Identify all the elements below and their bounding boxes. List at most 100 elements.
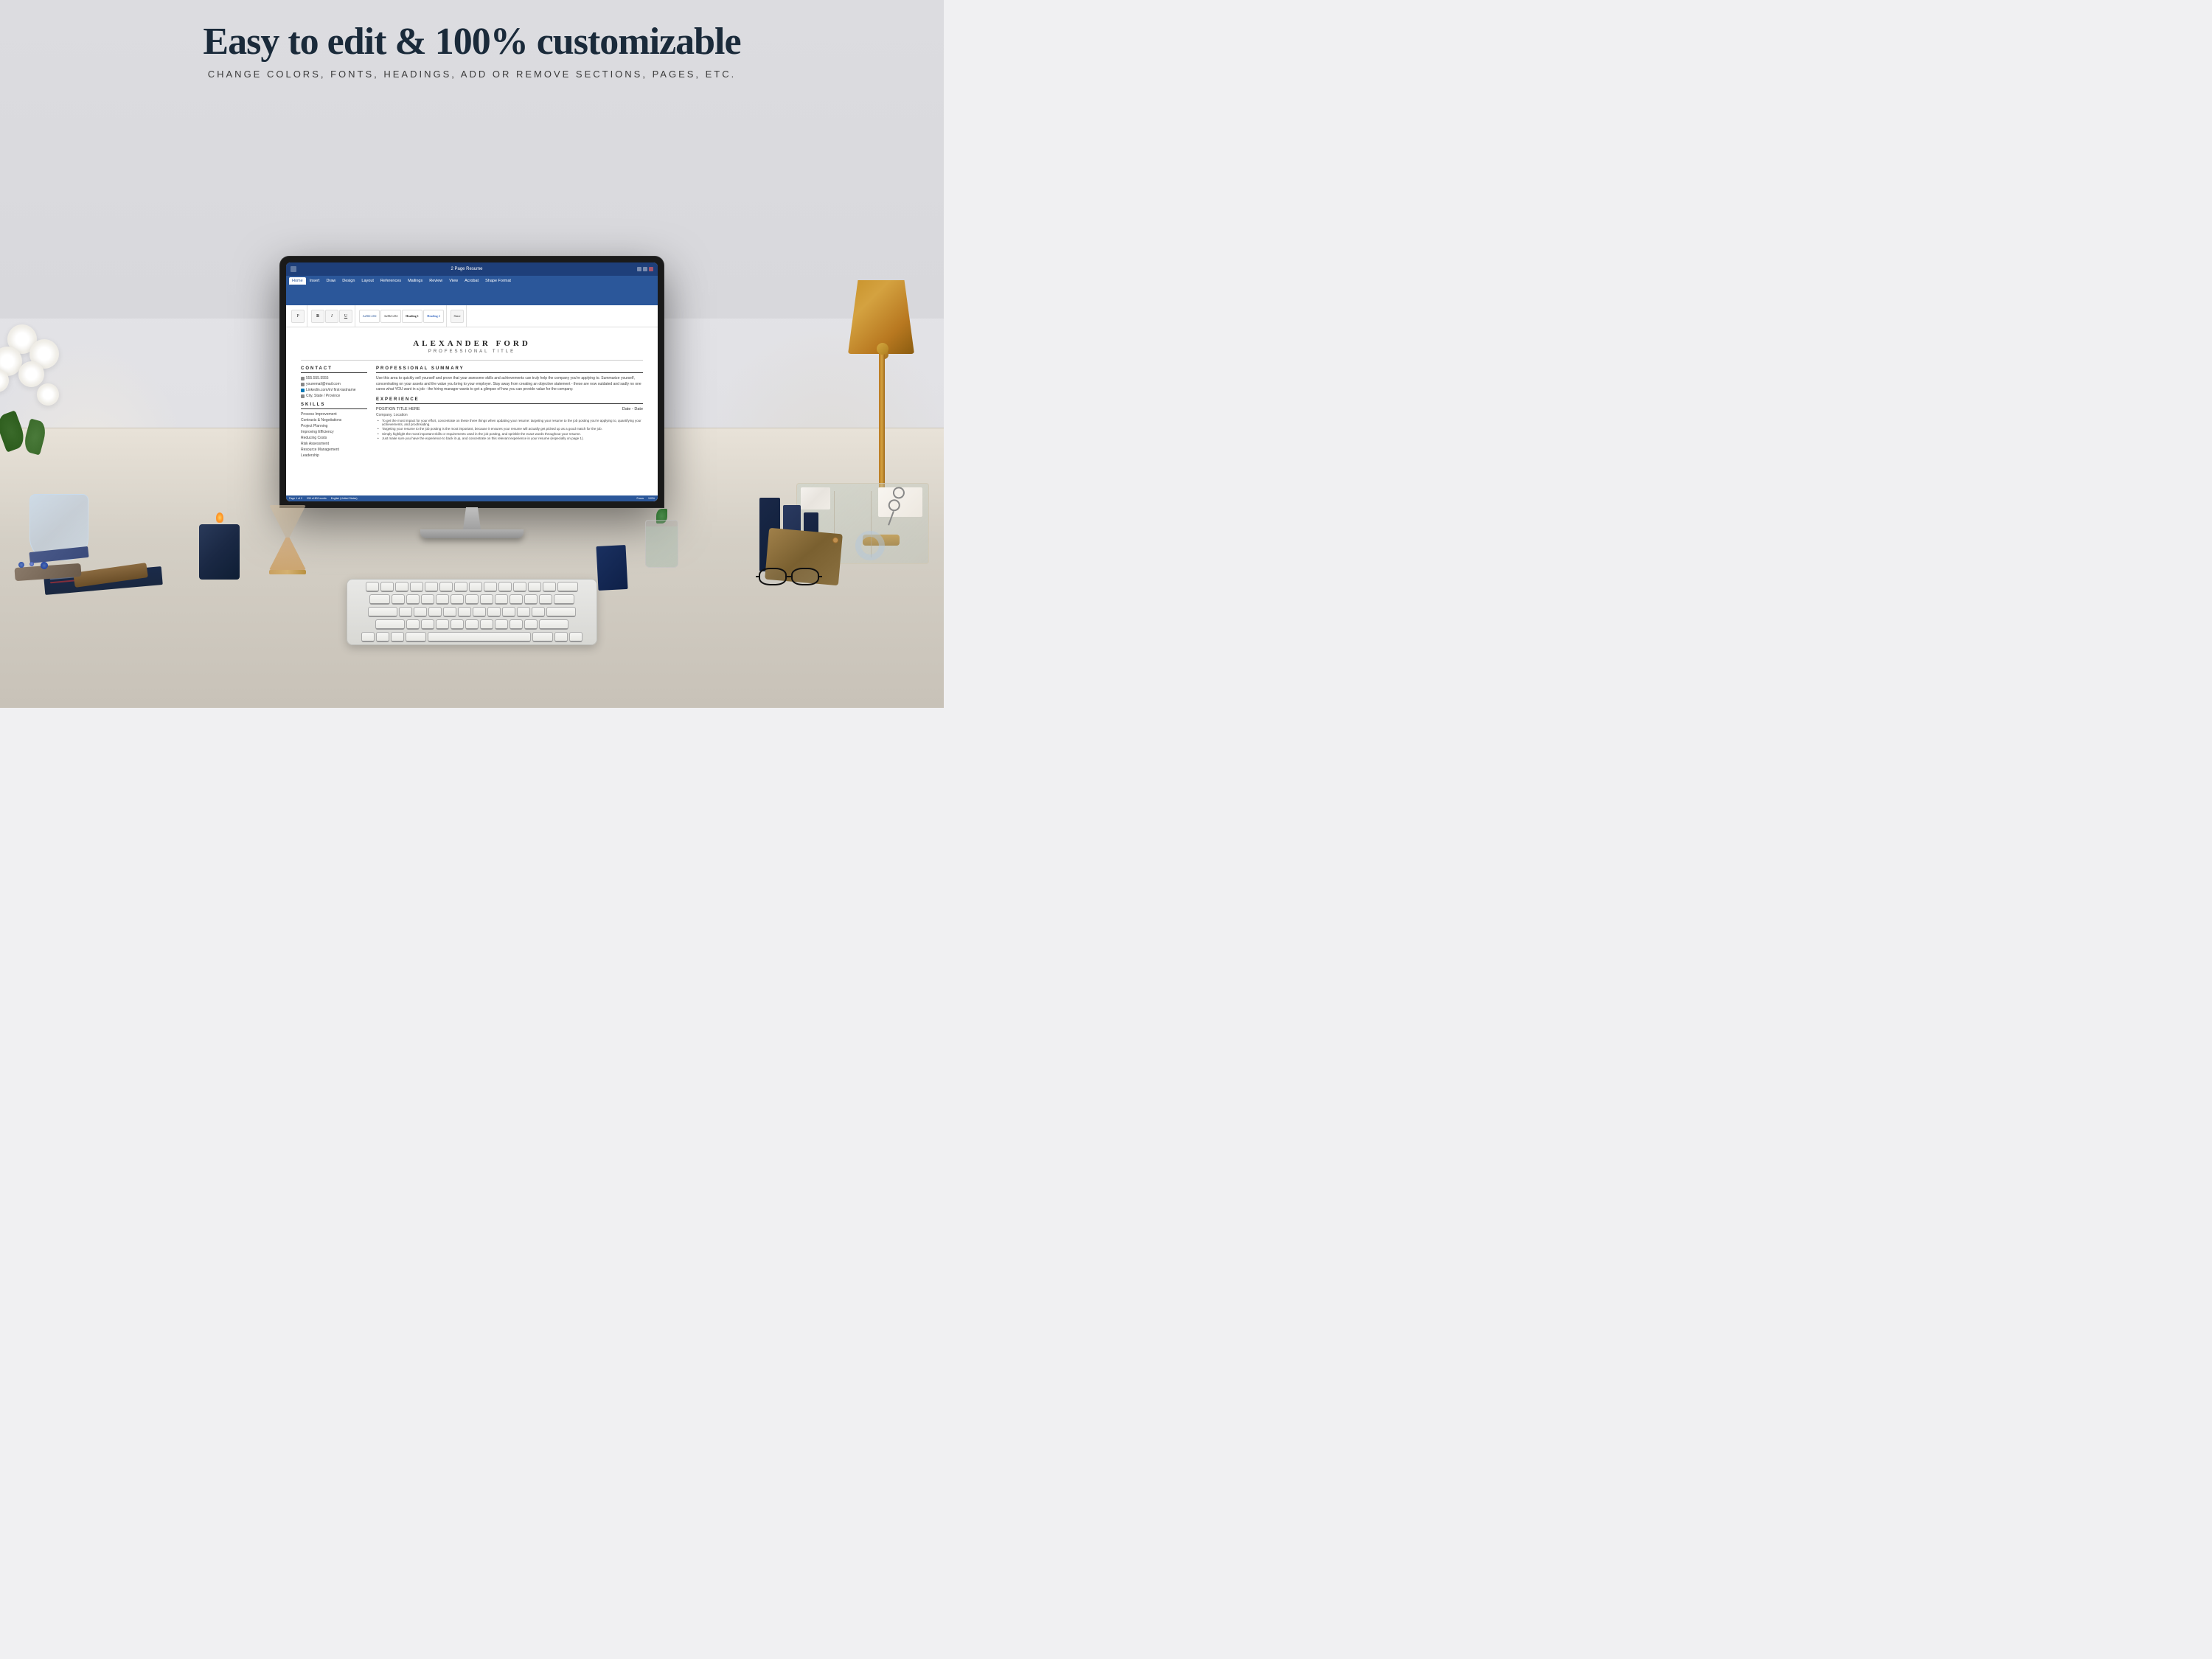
share-btn[interactable]: Share (451, 310, 464, 323)
monitor: 2 Page Resume Home Insert Draw Design (280, 257, 664, 538)
window-controls (637, 267, 653, 271)
key-space (428, 632, 531, 642)
main-heading: Easy to edit & 100% customizable (15, 21, 929, 63)
hourglass-shape (269, 505, 306, 571)
paste-btn[interactable]: P (291, 310, 305, 323)
status-page: Page 1 of 2 (289, 497, 302, 500)
hourglass-bottom (269, 538, 306, 570)
style-heading2[interactable]: Heading 1 (402, 310, 422, 323)
eyeglasses (756, 568, 830, 594)
style-normal[interactable]: AaBbCcDd (359, 310, 380, 323)
key-delete (557, 582, 578, 592)
rose-4 (18, 361, 44, 387)
tab-acrobat[interactable]: Acrobat (462, 277, 481, 285)
key (428, 607, 442, 617)
key (451, 619, 464, 630)
key (380, 582, 394, 592)
status-words: 333 of 802 words (307, 497, 327, 500)
summary-text: Use this area to quickly sell yourself a… (376, 376, 643, 393)
doc-right-column: PROFESSIONAL SUMMARY Use this area to qu… (376, 366, 643, 459)
candle-body (199, 524, 240, 580)
key (509, 619, 523, 630)
skills-title: SKILLS (301, 403, 367, 409)
phone-icon (301, 377, 305, 380)
key (458, 607, 471, 617)
tab-view[interactable]: View (446, 277, 461, 285)
minimize-btn[interactable] (637, 267, 641, 271)
tape-roll (855, 531, 885, 560)
key (509, 594, 523, 605)
key (465, 619, 479, 630)
key (528, 582, 541, 592)
tab-review[interactable]: Review (426, 277, 445, 285)
document-title: 2 Page Resume (299, 267, 634, 271)
exp-bullet-4: Just make sure you have the experience t… (376, 437, 643, 440)
contact-phone: 555.555.5555 (301, 376, 367, 380)
tab-design[interactable]: Design (339, 277, 358, 285)
glasses-lens-left (759, 568, 787, 585)
resume-title: PROFESSIONAL TITLE (301, 349, 643, 354)
tab-mailings[interactable]: Mailings (405, 277, 425, 285)
contact-email: youremail@mail.com (301, 382, 367, 386)
maximize-btn[interactable] (643, 267, 647, 271)
key (454, 582, 467, 592)
tab-references[interactable]: References (378, 277, 404, 285)
key (517, 607, 530, 617)
status-focus: Focus (637, 497, 644, 500)
key-shift-r (546, 607, 576, 617)
key (421, 594, 434, 605)
key (392, 594, 405, 605)
key-cmd-r (532, 632, 553, 642)
key-opt-r (554, 632, 568, 642)
key (484, 582, 497, 592)
style-group: AaBbCcDd AaBbCcDd Heading 1 Heading 2 (357, 305, 447, 327)
skill-2: Contracts & Negotiations (301, 418, 367, 422)
doc-columns: CONTACT 555.555.5555 youremail@mail.com (301, 366, 643, 459)
glass-body (645, 520, 678, 568)
tab-shapeformat[interactable]: Shape Format (482, 277, 514, 285)
tab-draw[interactable]: Draw (323, 277, 338, 285)
lamp-joint (877, 343, 888, 355)
key (532, 607, 545, 617)
skill-8: Leadership (301, 453, 367, 458)
email-icon (301, 383, 305, 386)
key (498, 582, 512, 592)
ribbon-top-bar: 2 Page Resume (286, 262, 658, 276)
key-shift-r2 (539, 619, 568, 630)
style-heading1[interactable]: AaBbCcDd (380, 310, 401, 323)
leather-stud (832, 537, 839, 543)
tab-layout[interactable]: Layout (358, 277, 377, 285)
tab-home[interactable]: Home (289, 277, 306, 285)
word-status-bar: Page 1 of 2 333 of 802 words English (Un… (286, 495, 658, 501)
blue-small-notebook (596, 545, 627, 591)
key (439, 582, 453, 592)
close-btn[interactable] (649, 267, 653, 271)
key (465, 594, 479, 605)
key (399, 607, 412, 617)
skill-7: Resource Management (301, 448, 367, 452)
contact-location: City, State / Province (301, 394, 367, 398)
key (495, 619, 508, 630)
monitor-body: 2 Page Resume Home Insert Draw Design (280, 257, 664, 507)
tab-insert[interactable]: Insert (307, 277, 323, 285)
key (502, 607, 515, 617)
doc-left-column: CONTACT 555.555.5555 youremail@mail.com (301, 366, 367, 459)
style-heading3[interactable]: Heading 2 (423, 310, 444, 323)
key (524, 594, 538, 605)
monitor-stand-neck (457, 507, 487, 529)
key (495, 594, 508, 605)
key (395, 582, 408, 592)
key (473, 607, 486, 617)
skill-1: Process Improvement (301, 412, 367, 417)
key (480, 594, 493, 605)
key (524, 619, 538, 630)
italic-btn[interactable]: I (325, 310, 338, 323)
key (366, 582, 379, 592)
key (406, 594, 420, 605)
key (513, 582, 526, 592)
bold-btn[interactable]: B (311, 310, 324, 323)
experience-title: EXPERIENCE (376, 397, 643, 404)
underline-btn[interactable]: U (339, 310, 352, 323)
sub-heading: CHANGE COLORS, FONTS, HEADINGS, ADD or R… (15, 69, 929, 80)
paste-group: P (289, 305, 307, 327)
